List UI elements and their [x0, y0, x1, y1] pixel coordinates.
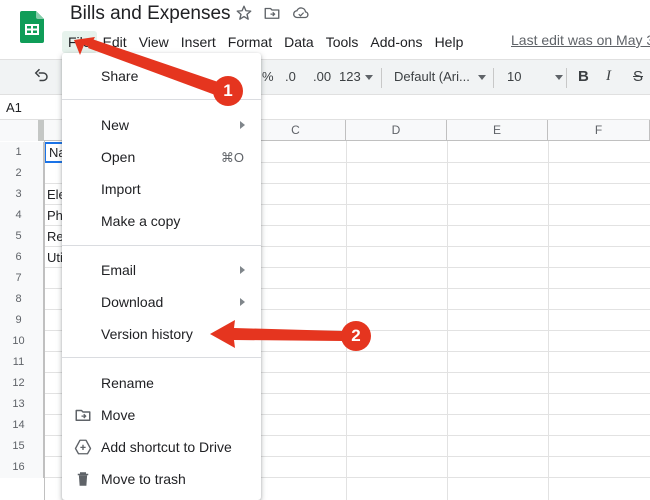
menu-item-rename[interactable]: Rename: [62, 367, 261, 399]
menu-data[interactable]: Data: [278, 31, 320, 53]
menu-item-download[interactable]: Download: [62, 286, 261, 318]
increase-decimal-button[interactable]: .00: [313, 69, 331, 84]
row-header[interactable]: 16: [0, 457, 44, 478]
submenu-arrow-icon: [240, 121, 245, 129]
menu-help[interactable]: Help: [429, 31, 470, 53]
menu-edit[interactable]: Edit: [97, 31, 133, 53]
chevron-down-icon: [364, 75, 373, 81]
menu-item-label: Share: [101, 68, 139, 84]
menu-item-make-a-copy[interactable]: Make a copy: [62, 205, 261, 237]
number-format-label: 123: [339, 69, 361, 84]
font-size-dropdown[interactable]: 10: [507, 69, 564, 84]
column-header-d[interactable]: D: [346, 120, 447, 141]
drive-shortcut-icon: [74, 438, 92, 456]
menu-item-label: Email: [101, 262, 137, 278]
font-family-label: Default (Ari...: [394, 69, 470, 84]
annotation-badge-1: 1: [213, 76, 243, 106]
row-header[interactable]: 15: [0, 436, 44, 457]
last-edit-link[interactable]: Last edit was on May 3: [511, 32, 650, 48]
row-header[interactable]: 14: [0, 415, 44, 436]
menu-item-label: Download: [101, 294, 164, 310]
menu-item-label: New: [101, 117, 130, 133]
menu-item-label: Make a copy: [101, 213, 181, 229]
menu-format[interactable]: Format: [222, 31, 278, 53]
menu-item-version-history[interactable]: Version history: [62, 318, 261, 350]
menu-item-label: Open: [101, 149, 136, 165]
menu-divider: [62, 357, 261, 358]
menu-item-label: Import: [101, 181, 141, 197]
row-header[interactable]: 12: [0, 373, 44, 394]
submenu-arrow-icon: [240, 266, 245, 274]
document-title[interactable]: Bills and Expenses: [70, 3, 231, 25]
menu-item-move[interactable]: Move: [62, 399, 261, 431]
cloud-status-icon[interactable]: [291, 4, 311, 22]
menu-item-import[interactable]: Import: [62, 173, 261, 205]
menu-divider: [62, 245, 261, 246]
menu-add-ons[interactable]: Add-ons: [364, 31, 428, 53]
menu-item-new[interactable]: New: [62, 109, 261, 141]
row-header[interactable]: 11: [0, 352, 44, 373]
strikethrough-button[interactable]: S: [633, 68, 643, 85]
menu-item-label: Version history: [101, 326, 193, 342]
chevron-down-icon: [555, 75, 564, 81]
font-size-label: 10: [507, 69, 522, 84]
frozen-column-handle[interactable]: [38, 120, 44, 141]
name-box[interactable]: A1: [6, 100, 22, 115]
number-format-dropdown[interactable]: 123: [339, 69, 373, 84]
toolbar-divider: [566, 68, 567, 88]
menu-item-label: Add shortcut to Drive: [101, 439, 232, 455]
decrease-decimal-button[interactable]: .0: [285, 69, 296, 84]
row-header[interactable]: 9: [0, 310, 44, 331]
toolbar-divider: [493, 68, 494, 88]
row-header[interactable]: 13: [0, 394, 44, 415]
menu-insert[interactable]: Insert: [175, 31, 222, 53]
keyboard-shortcut: ⌘O: [220, 150, 244, 165]
row-header[interactable]: 6: [0, 247, 44, 268]
font-family-dropdown[interactable]: Default (Ari...: [394, 69, 486, 84]
row-header[interactable]: 5: [0, 226, 44, 247]
chevron-down-icon: [477, 75, 486, 81]
star-icon[interactable]: [235, 4, 253, 22]
row-header[interactable]: 7: [0, 268, 44, 289]
italic-button[interactable]: I: [606, 68, 611, 85]
menu-bar: File Edit View Insert Format Data Tools …: [62, 31, 469, 53]
format-percent-button[interactable]: %: [262, 69, 274, 84]
menu-item-label: Rename: [101, 375, 154, 391]
grid-line: [44, 141, 45, 500]
submenu-arrow-icon: [240, 298, 245, 306]
grid-line: [346, 141, 347, 500]
undo-icon[interactable]: [32, 67, 50, 88]
trash-icon: [74, 470, 92, 488]
row-header[interactable]: 8: [0, 289, 44, 310]
file-menu-dropdown: Share New Open ⌘O Import Make a copy Ema…: [62, 53, 261, 500]
menu-item-add-shortcut[interactable]: Add shortcut to Drive: [62, 431, 261, 463]
menu-item-open[interactable]: Open ⌘O: [62, 141, 261, 173]
grid-line: [548, 141, 549, 500]
column-header-f[interactable]: F: [548, 120, 650, 141]
move-folder-icon: [74, 406, 92, 424]
menu-item-move-to-trash[interactable]: Move to trash: [62, 463, 261, 495]
menu-item-label: Move to trash: [101, 471, 186, 487]
move-folder-icon[interactable]: [263, 4, 281, 22]
row-header[interactable]: 2: [0, 163, 44, 184]
row-header[interactable]: 4: [0, 205, 44, 226]
row-header[interactable]: 1: [0, 142, 44, 163]
toolbar-divider: [381, 68, 382, 88]
row-header[interactable]: 10: [0, 331, 44, 352]
bold-button[interactable]: B: [578, 68, 589, 85]
column-header-e[interactable]: E: [447, 120, 548, 141]
menu-file[interactable]: File: [62, 31, 97, 53]
grid-line: [447, 141, 448, 500]
menu-item-label: Move: [101, 407, 136, 423]
annotation-badge-2: 2: [341, 321, 371, 351]
column-header-c[interactable]: C: [246, 120, 346, 141]
sheets-logo-icon[interactable]: [20, 11, 44, 43]
menu-view[interactable]: View: [133, 31, 175, 53]
menu-tools[interactable]: Tools: [320, 31, 365, 53]
row-header[interactable]: 3: [0, 184, 44, 205]
menu-item-email[interactable]: Email: [62, 254, 261, 286]
